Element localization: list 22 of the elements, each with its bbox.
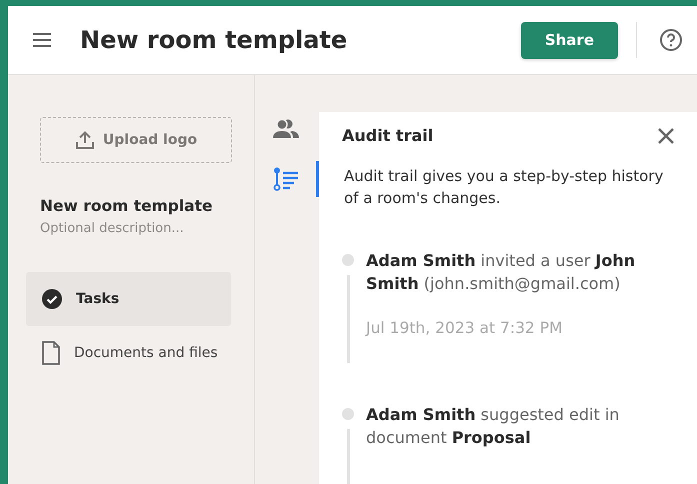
help-icon[interactable]: [659, 28, 683, 52]
description-field[interactable]: Optional description...: [40, 221, 254, 236]
timeline-list-icon: [272, 167, 298, 191]
share-button[interactable]: Share: [520, 22, 618, 58]
panel-description: Audit trail gives you a step-by-step history of a room's changes.: [344, 166, 664, 209]
upload-logo-button[interactable]: Upload logo: [40, 117, 232, 163]
people-icon: [272, 119, 300, 139]
panel-title: Audit trail: [342, 126, 434, 145]
upload-icon: [74, 131, 95, 149]
close-icon[interactable]: [657, 126, 675, 144]
event-text: Adam Smith invited a user John Smith (john.smith@gmail.com): [366, 250, 636, 295]
check-circle-icon: [42, 289, 62, 309]
timeline-dot: [342, 254, 354, 266]
sidebar-item[interactable]: Documents and files: [26, 326, 231, 380]
room-title: New room template: [40, 197, 214, 215]
event-time: Jul 19th, 2023 at 7:32 PM: [366, 319, 564, 339]
event-text: Adam Smith suggested edit in document Proposal: [366, 404, 620, 449]
page-title: New room template: [80, 26, 348, 54]
timeline-dot: [342, 408, 354, 420]
document-icon: [42, 341, 60, 365]
menu-icon[interactable]: [32, 32, 52, 48]
sidebar-item[interactable]: Tasks: [26, 272, 231, 326]
